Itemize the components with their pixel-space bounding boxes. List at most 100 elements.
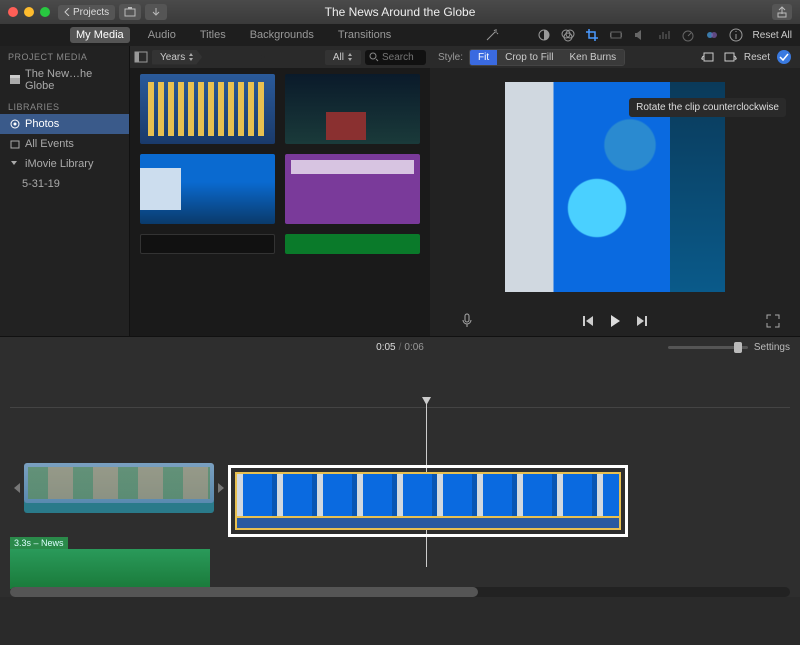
crop-icon[interactable]: [585, 28, 599, 42]
back-to-projects-button[interactable]: Projects: [58, 5, 115, 20]
zoom-slider[interactable]: [668, 346, 748, 349]
rotate-tooltip: Rotate the clip counterclockwise: [629, 98, 786, 117]
time-separator: /: [399, 342, 402, 353]
browser-toolbar: Years All: [130, 46, 430, 68]
filter-all-dropdown[interactable]: All: [325, 50, 361, 65]
timeline-tracks[interactable]: 3.3s – News: [0, 357, 800, 587]
color-balance-icon[interactable]: [537, 28, 551, 42]
media-thumb[interactable]: [140, 154, 275, 224]
title-clip-news[interactable]: [10, 549, 210, 589]
tab-my-media[interactable]: My Media: [70, 27, 130, 43]
sidebar-item-event-date[interactable]: 5-31-19: [0, 174, 129, 194]
library-sidebar: PROJECT MEDIA The New…he Globe LIBRARIES…: [0, 46, 130, 336]
project-media-heading: PROJECT MEDIA: [0, 46, 129, 64]
search-field[interactable]: [365, 50, 426, 65]
volume-icon[interactable]: [633, 28, 647, 42]
share-button[interactable]: [772, 4, 792, 20]
timeline-scrollbar[interactable]: [10, 587, 790, 597]
media-thumb[interactable]: [285, 154, 420, 224]
minimize-window-button[interactable]: [24, 7, 34, 17]
title-clip-duration-label: 3.3s – News: [10, 537, 68, 549]
viewer-adjust-toolbar: Reset All: [485, 28, 792, 42]
track-handle-right[interactable]: [214, 467, 228, 509]
playback-controls: [430, 306, 800, 336]
clip-map[interactable]: [24, 463, 214, 513]
speed-icon[interactable]: [681, 28, 695, 42]
back-label: Projects: [73, 7, 109, 18]
stabilize-icon[interactable]: [609, 28, 623, 42]
fullscreen-window-button[interactable]: [40, 7, 50, 17]
sidebar-item-imovie-library[interactable]: iMovie Library: [0, 154, 129, 174]
imovie-lib-label: iMovie Library: [25, 158, 93, 170]
media-thumb[interactable]: [140, 234, 275, 254]
style-label: Style:: [438, 52, 463, 63]
breadcrumb-years[interactable]: Years: [152, 50, 202, 65]
all-events-label: All Events: [25, 138, 74, 150]
clip-waterfall-audio[interactable]: [235, 518, 621, 530]
play-button[interactable]: [608, 314, 622, 328]
seg-fit[interactable]: Fit: [470, 50, 497, 65]
breadcrumb-empty[interactable]: [206, 55, 266, 59]
selected-clip-wrapper[interactable]: [228, 465, 628, 537]
next-frame-button[interactable]: [636, 315, 648, 327]
rotate-cw-button[interactable]: [722, 50, 738, 64]
filter-all-label: All: [333, 52, 344, 63]
apply-crop-button[interactable]: [776, 49, 792, 65]
noise-reduction-icon[interactable]: [657, 28, 671, 42]
tab-transitions[interactable]: Transitions: [332, 27, 397, 43]
voiceover-button[interactable]: [460, 313, 474, 329]
sidebar-item-photos[interactable]: Photos: [0, 114, 129, 134]
sidebar-project-item[interactable]: The New…he Globe: [0, 64, 129, 96]
seg-ken-burns[interactable]: Ken Burns: [561, 50, 624, 65]
zoom-slider-thumb[interactable]: [734, 342, 742, 353]
sidebar-toggle-icon[interactable]: [134, 51, 148, 63]
sidebar-item-all-events[interactable]: All Events: [0, 134, 129, 154]
timeline-settings: Settings: [668, 342, 790, 353]
tab-backgrounds[interactable]: Backgrounds: [244, 27, 320, 43]
project-name: The New…he Globe: [25, 68, 121, 92]
event-date-label: 5-31-19: [22, 178, 60, 190]
tab-titles[interactable]: Titles: [194, 27, 232, 43]
preview-viewer: Style: Fit Crop to Fill Ken Burns Reset …: [430, 46, 800, 336]
preview-canvas[interactable]: Rotate the clip counterclockwise: [430, 68, 800, 306]
disclosure-down-icon: [10, 159, 20, 169]
sort-icon: [188, 53, 194, 61]
download-button[interactable]: [145, 4, 167, 20]
color-correction-icon[interactable]: [561, 28, 575, 42]
filter-icon[interactable]: [705, 28, 719, 42]
media-thumb[interactable]: [285, 74, 420, 144]
photos-icon: [10, 119, 20, 129]
media-thumb[interactable]: [140, 74, 275, 144]
media-thumb[interactable]: [285, 234, 420, 254]
window-titlebar: Projects The News Around the Globe: [0, 0, 800, 24]
rotate-ccw-button[interactable]: [700, 50, 716, 64]
time-total: 0:06: [404, 342, 423, 353]
fullscreen-button[interactable]: [766, 314, 780, 328]
settings-button[interactable]: Settings: [754, 342, 790, 353]
track-handle-left[interactable]: [10, 467, 24, 509]
search-input[interactable]: [382, 52, 422, 63]
timeline-area: 0:05 / 0:06 Settings 3.3s – News: [0, 336, 800, 597]
photos-label: Photos: [25, 118, 59, 130]
timeline-header: 0:05 / 0:06 Settings: [0, 337, 800, 357]
wand-icon[interactable]: [485, 28, 499, 42]
crop-mode-segment: Fit Crop to Fill Ken Burns: [469, 49, 625, 66]
timeline-ruler[interactable]: [10, 407, 790, 408]
reset-crop-button[interactable]: Reset: [744, 52, 770, 63]
media-browser: Years All: [130, 46, 430, 336]
libraries-heading: LIBRARIES: [0, 96, 129, 114]
media-import-button[interactable]: [119, 4, 141, 20]
reset-all-button[interactable]: Reset All: [753, 30, 792, 41]
clip-waterfall[interactable]: [235, 472, 621, 518]
traffic-lights: [8, 7, 50, 17]
prev-frame-button[interactable]: [582, 315, 594, 327]
time-current: 0:05: [376, 342, 395, 353]
seg-crop-to-fill[interactable]: Crop to Fill: [497, 50, 561, 65]
crop-style-bar: Style: Fit Crop to Fill Ken Burns Reset: [430, 46, 800, 68]
info-icon[interactable]: [729, 28, 743, 42]
sort-icon: [347, 53, 353, 61]
search-icon: [369, 52, 379, 62]
tab-audio[interactable]: Audio: [142, 27, 182, 43]
clapper-icon: [10, 75, 20, 85]
close-window-button[interactable]: [8, 7, 18, 17]
